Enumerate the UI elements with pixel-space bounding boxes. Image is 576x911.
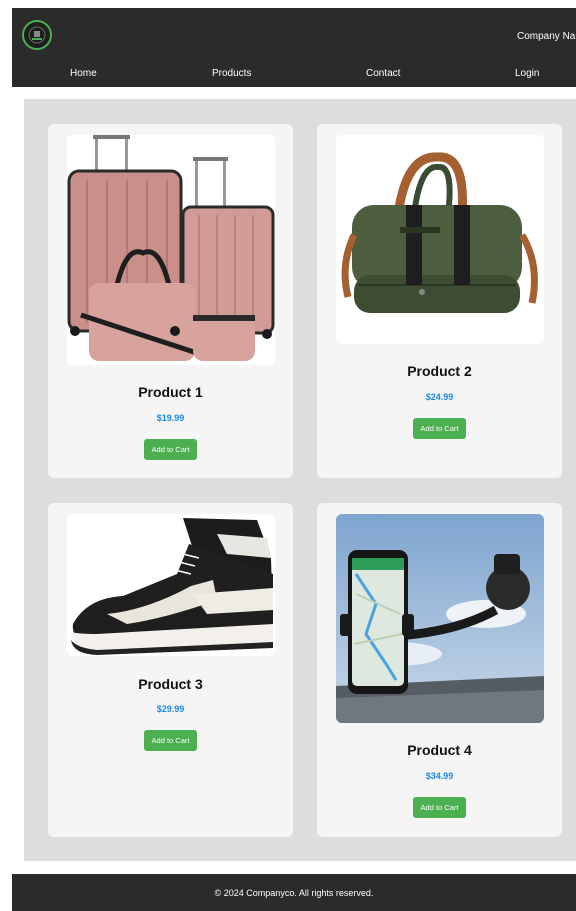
sneaker-image — [67, 514, 275, 656]
product-card: Product 3 $29.99 Add to Cart — [48, 503, 293, 837]
company-name: Company Name — [517, 31, 576, 42]
product-price: $34.99 — [425, 771, 454, 781]
product-card: Product 1 $19.99 Add to Cart — [48, 124, 293, 478]
add-to-cart-button[interactable]: Add to Cart — [144, 439, 197, 460]
nav-home[interactable]: Home — [70, 68, 97, 79]
product-title: Product 4 — [407, 742, 472, 758]
product-price: $29.99 — [156, 704, 185, 714]
add-to-cart-button[interactable]: Add to Cart — [413, 797, 466, 818]
product-grid: Product 1 $19.99 Add to Cart Product 2 $… — [24, 99, 576, 861]
copyright-text: © 2024 Companyco. All rights reserved. — [214, 888, 374, 898]
site-header: Company Name Home Products Contact Login — [12, 8, 576, 87]
luggage-set-image — [67, 135, 275, 365]
main-nav: Home Products Contact Login — [12, 68, 576, 84]
nav-login[interactable]: Login — [515, 68, 539, 79]
nav-products[interactable]: Products — [212, 68, 251, 79]
product-card: Product 2 $24.99 Add to Cart — [317, 124, 562, 478]
add-to-cart-button[interactable]: Add to Cart — [413, 418, 466, 439]
duffel-bag-image — [336, 135, 544, 344]
phone-mount-image — [336, 514, 544, 723]
product-price: $19.99 — [156, 413, 185, 423]
nav-contact[interactable]: Contact — [366, 68, 400, 79]
company-logo-icon[interactable] — [22, 20, 52, 50]
site-footer: © 2024 Companyco. All rights reserved. — [12, 874, 576, 911]
product-title: Product 2 — [407, 363, 472, 379]
product-title: Product 3 — [138, 676, 203, 692]
product-card: Product 4 $34.99 Add to Cart — [317, 503, 562, 837]
product-title: Product 1 — [138, 384, 203, 400]
product-price: $24.99 — [425, 392, 454, 402]
add-to-cart-button[interactable]: Add to Cart — [144, 730, 197, 751]
